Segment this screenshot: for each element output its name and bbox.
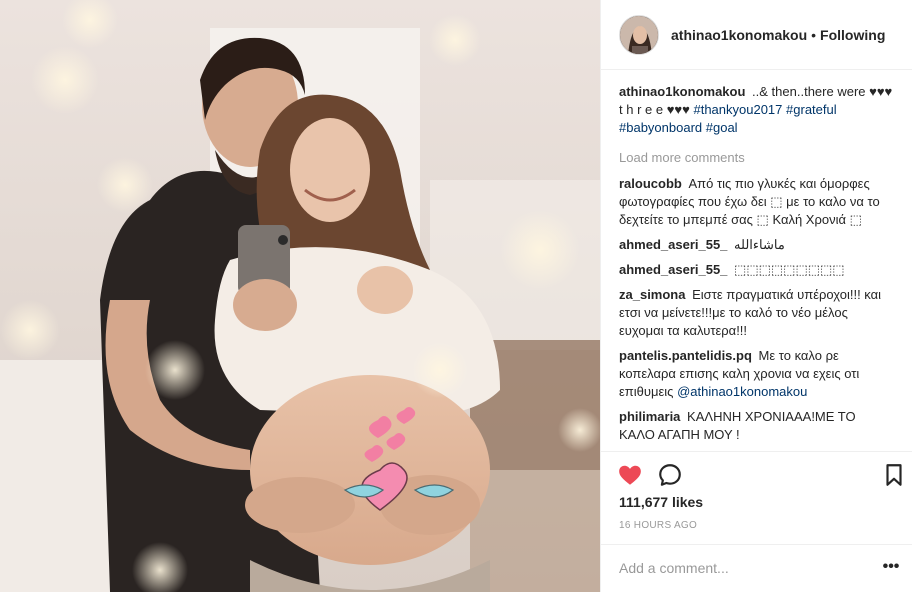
caption: athinao1konomakou ..& then..there were ♥…	[619, 83, 895, 137]
comment-username-link[interactable]: ahmed_aseri_55_	[619, 237, 727, 252]
profile-avatar[interactable]	[619, 14, 659, 55]
add-comment-bar: •••	[601, 544, 912, 592]
likes-count[interactable]: 111,677 likes	[619, 494, 703, 510]
avatar-image	[620, 15, 658, 54]
hashtag-link[interactable]: #grateful	[786, 102, 837, 117]
mention-link[interactable]: @athinao1konomakou	[677, 384, 807, 399]
header-username-link[interactable]: athinao1konomakou	[671, 27, 807, 43]
comment: ahmed_aseri_55_ ماشاءالله	[619, 236, 895, 254]
comment-username-link[interactable]: philimaria	[619, 409, 680, 424]
hashtag-link[interactable]: #babyonboard	[619, 120, 702, 135]
comment: raloucobb Από τις πιο γλυκές και όμορφες…	[619, 175, 895, 229]
comment: philimaria ΚΑΛΗΝΗ ΧΡΟΝΙΑΑΑ!ΜΕ ΤΟ ΚΑΛΟ ΑΓ…	[619, 408, 895, 444]
header-separator: •	[811, 26, 817, 43]
comment-username-link[interactable]: pantelis.pantelidis.pq	[619, 348, 752, 363]
comment-username-link[interactable]: raloucobb	[619, 176, 682, 191]
caption-username-link[interactable]: athinao1konomakou	[619, 84, 745, 99]
hashtag-link[interactable]: #goal	[706, 120, 738, 135]
comment-username-link[interactable]: za_simona	[619, 287, 685, 302]
comment: ahmed_aseri_55_ ⬚⬚⬚⬚⬚⬚⬚⬚⬚	[619, 261, 895, 279]
bookmark-icon[interactable]	[881, 462, 907, 488]
photo-illustration	[0, 0, 600, 592]
comment: za_simona Ειστε πραγματικά υπέροχοι!!! κ…	[619, 286, 895, 340]
post-actions: 111,677 likes 16 HOURS AGO	[601, 451, 912, 551]
comment: pantelis.pantelidis.pq Με το καλο ρε κοπ…	[619, 347, 895, 401]
following-button[interactable]: Following	[820, 27, 885, 43]
heart-icon[interactable]	[617, 462, 643, 488]
load-more-comments-button[interactable]: Load more comments	[619, 149, 895, 167]
comment-icon[interactable]	[657, 462, 683, 488]
hashtag-link[interactable]: #thankyou2017	[693, 102, 782, 117]
comment-text: ⬚⬚⬚⬚⬚⬚⬚⬚⬚	[734, 262, 845, 277]
post-photo	[0, 0, 600, 592]
post-side-panel: athinao1konomakou • Following athinao1ko…	[600, 0, 912, 592]
comment-text: ماشاءالله	[734, 237, 785, 252]
more-options-button[interactable]: •••	[879, 555, 903, 579]
post-timestamp[interactable]: 16 HOURS AGO	[619, 520, 697, 531]
add-comment-input[interactable]	[619, 557, 869, 579]
post-header: athinao1konomakou • Following	[601, 0, 912, 70]
comment-username-link[interactable]: ahmed_aseri_55_	[619, 262, 727, 277]
comments-list: athinao1konomakou ..& then..there were ♥…	[619, 83, 895, 451]
